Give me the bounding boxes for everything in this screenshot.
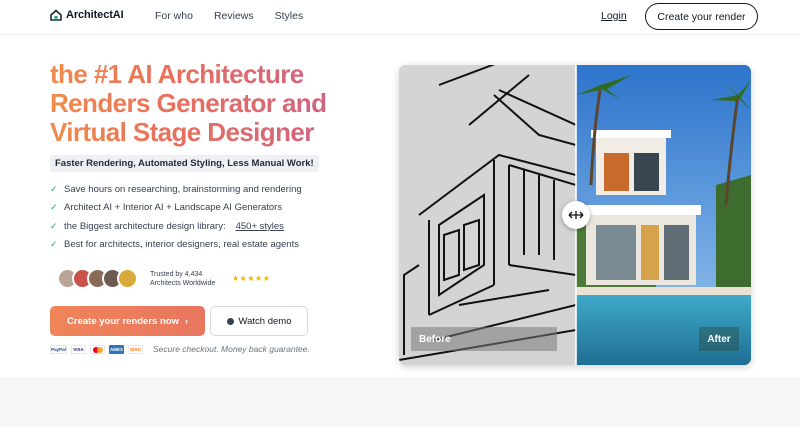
watch-demo-button[interactable]: Watch demo [210, 306, 308, 336]
check-icon: ✓ [50, 202, 58, 213]
nav-link-reviews[interactable]: Reviews [214, 10, 254, 22]
before-image: Before [399, 65, 577, 365]
before-label: Before [411, 327, 557, 351]
nav-link-for-who[interactable]: For who [155, 10, 193, 22]
house-logo-icon [50, 9, 62, 21]
check-icon: ✓ [50, 183, 58, 194]
check-icon: ✓ [50, 220, 58, 231]
payment-methods: PayPal VISA AMEX DISC Secure checkout. M… [50, 344, 310, 354]
feature-text: Save hours on researching, brainstorming… [64, 183, 302, 195]
logo-text: ArchitectAI [66, 9, 124, 21]
slider-handle[interactable] [562, 201, 590, 229]
social-proof: Trusted by 4,434 Architects Worldwide ★★… [57, 268, 270, 289]
tagline-badge: Faster Rendering, Automated Styling, Les… [50, 155, 319, 172]
after-label: After [699, 327, 739, 351]
list-item: ✓ the Biggest architecture design librar… [50, 217, 302, 236]
nav-link-styles[interactable]: Styles [275, 10, 304, 22]
amex-icon: AMEX [109, 344, 124, 354]
list-item: ✓ Best for architects, interior designer… [50, 236, 302, 255]
discover-icon: DISC [128, 344, 143, 354]
mastercard-icon [90, 344, 105, 354]
star-rating: ★★★★★ [232, 274, 271, 283]
create-render-button[interactable]: Create your render [645, 3, 758, 30]
render-illustration [576, 65, 751, 365]
nav-divider [0, 34, 800, 35]
top-nav: ArchitectAI For who Reviews Styles Login… [0, 0, 800, 34]
feature-text: Architect AI + Interior AI + Landscape A… [64, 202, 283, 214]
sketch-illustration [399, 65, 577, 365]
trusted-line-2: Architects Worldwide [150, 279, 216, 287]
trusted-line-1: Trusted by 4,434 [150, 270, 203, 278]
next-section-band [0, 377, 800, 427]
check-icon: ✓ [50, 239, 58, 250]
chevron-right-icon: › [184, 316, 188, 326]
page-title: the #1 AI Architecture Renders Generator… [50, 60, 360, 147]
watch-demo-label: Watch demo [238, 315, 292, 327]
cta-main-label: Create your renders now [67, 315, 179, 327]
nav-links: For who Reviews Styles [155, 10, 303, 22]
play-icon [226, 317, 234, 325]
drag-arrows-icon [568, 211, 584, 219]
login-link[interactable]: Login [601, 10, 627, 22]
create-renders-now-button[interactable]: Create your renders now › [50, 306, 205, 336]
list-item: ✓ Architect AI + Interior AI + Landscape… [50, 199, 302, 218]
avatar [117, 268, 138, 289]
styles-link[interactable]: 450+ styles [236, 221, 284, 232]
secure-checkout-text: Secure checkout. Money back guarantee. [153, 344, 310, 354]
after-image: After [576, 65, 751, 365]
list-item: ✓ Save hours on researching, brainstormi… [50, 180, 302, 199]
feature-text: the Biggest architecture design library: [64, 220, 226, 232]
feature-text: Best for architects, interior designers,… [64, 239, 299, 251]
before-after-slider[interactable]: Before After [399, 65, 751, 365]
logo[interactable]: ArchitectAI [50, 9, 124, 21]
trusted-text: Trusted by 4,434 Architects Worldwide [150, 270, 230, 288]
paypal-icon: PayPal [50, 344, 67, 354]
avatar-stack [57, 268, 138, 289]
feature-list: ✓ Save hours on researching, brainstormi… [50, 180, 302, 254]
visa-icon: VISA [71, 344, 86, 354]
